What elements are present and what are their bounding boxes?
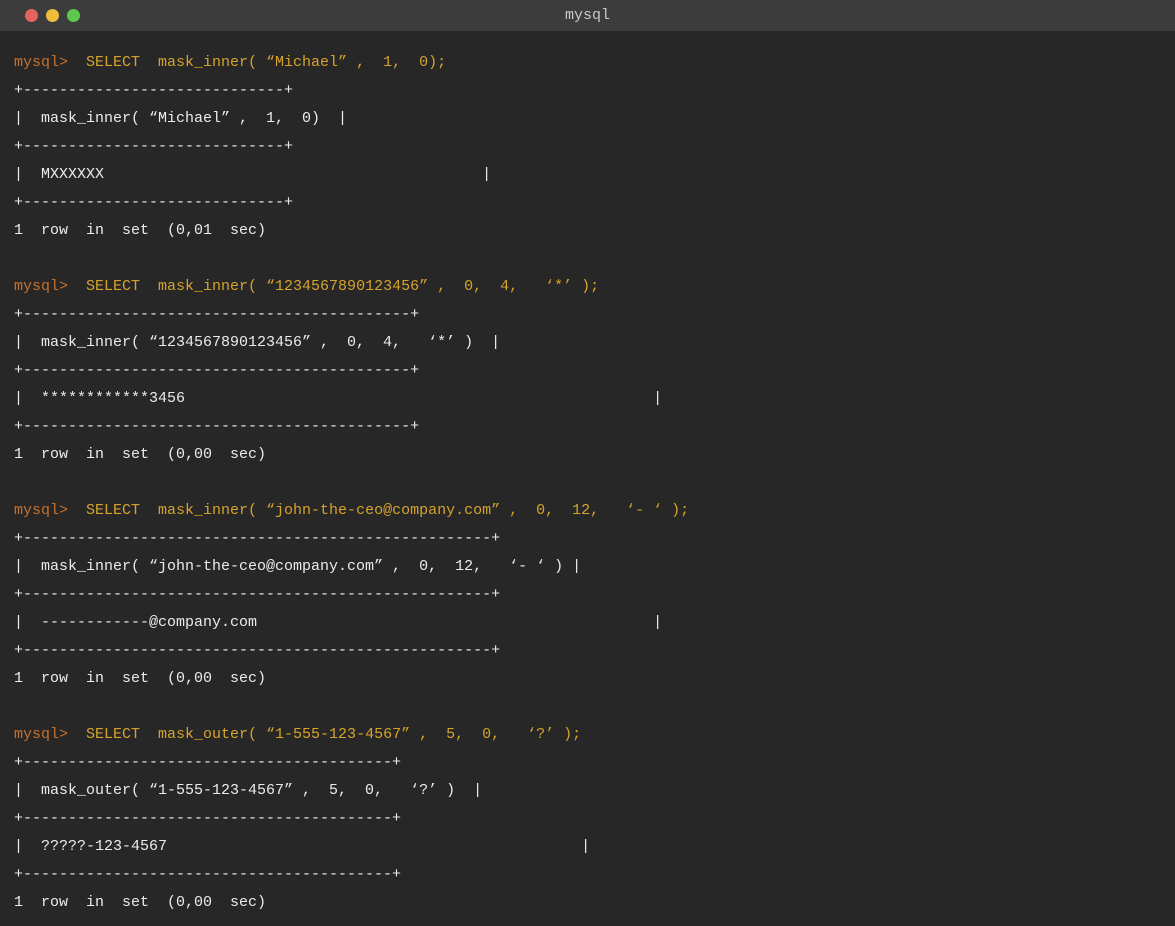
table-value-row: | ************3456 | bbox=[14, 385, 1171, 413]
table-border: +---------------------------------------… bbox=[14, 413, 1171, 441]
table-border: +-----------------------------+ bbox=[14, 77, 1171, 105]
table-border: +-----------------------------+ bbox=[14, 189, 1171, 217]
terminal-content[interactable]: mysql> SELECT mask_inner( “Michael” , 1,… bbox=[0, 31, 1175, 926]
table-value-row: | MXXXXXX | bbox=[14, 161, 1171, 189]
command-line: mysql> SELECT mask_inner( “Michael” , 1,… bbox=[14, 49, 1171, 77]
table-value-row: | ------------@company.com | bbox=[14, 609, 1171, 637]
table-border: +-----------------------------+ bbox=[14, 133, 1171, 161]
window-controls bbox=[0, 9, 80, 22]
query-block-3: mysql> SELECT mask_inner( “john-the-ceo@… bbox=[14, 497, 1171, 693]
row-count-status: 1 row in set (0,00 sec) bbox=[14, 441, 1171, 469]
table-border: +---------------------------------------… bbox=[14, 581, 1171, 609]
query-block-4: mysql> SELECT mask_outer( “1-555-123-456… bbox=[14, 721, 1171, 917]
table-border: +---------------------------------------… bbox=[14, 301, 1171, 329]
sql-query: SELECT mask_outer( “1-555-123-4567” , 5,… bbox=[68, 726, 581, 743]
sql-query: SELECT mask_inner( “1234567890123456” , … bbox=[68, 278, 599, 295]
command-line: mysql> SELECT mask_outer( “1-555-123-456… bbox=[14, 721, 1171, 749]
close-button[interactable] bbox=[25, 9, 38, 22]
command-line: mysql> SELECT mask_inner( “1234567890123… bbox=[14, 273, 1171, 301]
table-border: +---------------------------------------… bbox=[14, 357, 1171, 385]
mysql-prompt: mysql> bbox=[14, 502, 68, 519]
table-header-row: | mask_inner( “john-the-ceo@company.com”… bbox=[14, 553, 1171, 581]
table-border: +---------------------------------------… bbox=[14, 805, 1171, 833]
table-header-row: | mask_inner( “1234567890123456” , 0, 4,… bbox=[14, 329, 1171, 357]
table-header-row: | mask_inner( “Michael” , 1, 0) | bbox=[14, 105, 1171, 133]
zoom-button[interactable] bbox=[67, 9, 80, 22]
terminal-window: mysql mysql> SELECT mask_inner( “Michael… bbox=[0, 0, 1175, 926]
command-line: mysql> SELECT mask_inner( “john-the-ceo@… bbox=[14, 497, 1171, 525]
table-border: +---------------------------------------… bbox=[14, 525, 1171, 553]
table-border: +---------------------------------------… bbox=[14, 861, 1171, 889]
mysql-prompt: mysql> bbox=[14, 278, 68, 295]
sql-query: SELECT mask_inner( “john-the-ceo@company… bbox=[68, 502, 689, 519]
table-header-row: | mask_outer( “1-555-123-4567” , 5, 0, ‘… bbox=[14, 777, 1171, 805]
query-block-2: mysql> SELECT mask_inner( “1234567890123… bbox=[14, 273, 1171, 469]
minimize-button[interactable] bbox=[46, 9, 59, 22]
window-title: mysql bbox=[0, 7, 1175, 24]
table-border: +---------------------------------------… bbox=[14, 749, 1171, 777]
mysql-prompt: mysql> bbox=[14, 726, 68, 743]
mysql-prompt: mysql> bbox=[14, 54, 68, 71]
row-count-status: 1 row in set (0,00 sec) bbox=[14, 889, 1171, 917]
sql-query: SELECT mask_inner( “Michael” , 1, 0); bbox=[68, 54, 446, 71]
table-border: +---------------------------------------… bbox=[14, 637, 1171, 665]
table-value-row: | ?????-123-4567 | bbox=[14, 833, 1171, 861]
row-count-status: 1 row in set (0,00 sec) bbox=[14, 665, 1171, 693]
row-count-status: 1 row in set (0,01 sec) bbox=[14, 217, 1171, 245]
titlebar[interactable]: mysql bbox=[0, 0, 1175, 31]
query-block-1: mysql> SELECT mask_inner( “Michael” , 1,… bbox=[14, 49, 1171, 245]
